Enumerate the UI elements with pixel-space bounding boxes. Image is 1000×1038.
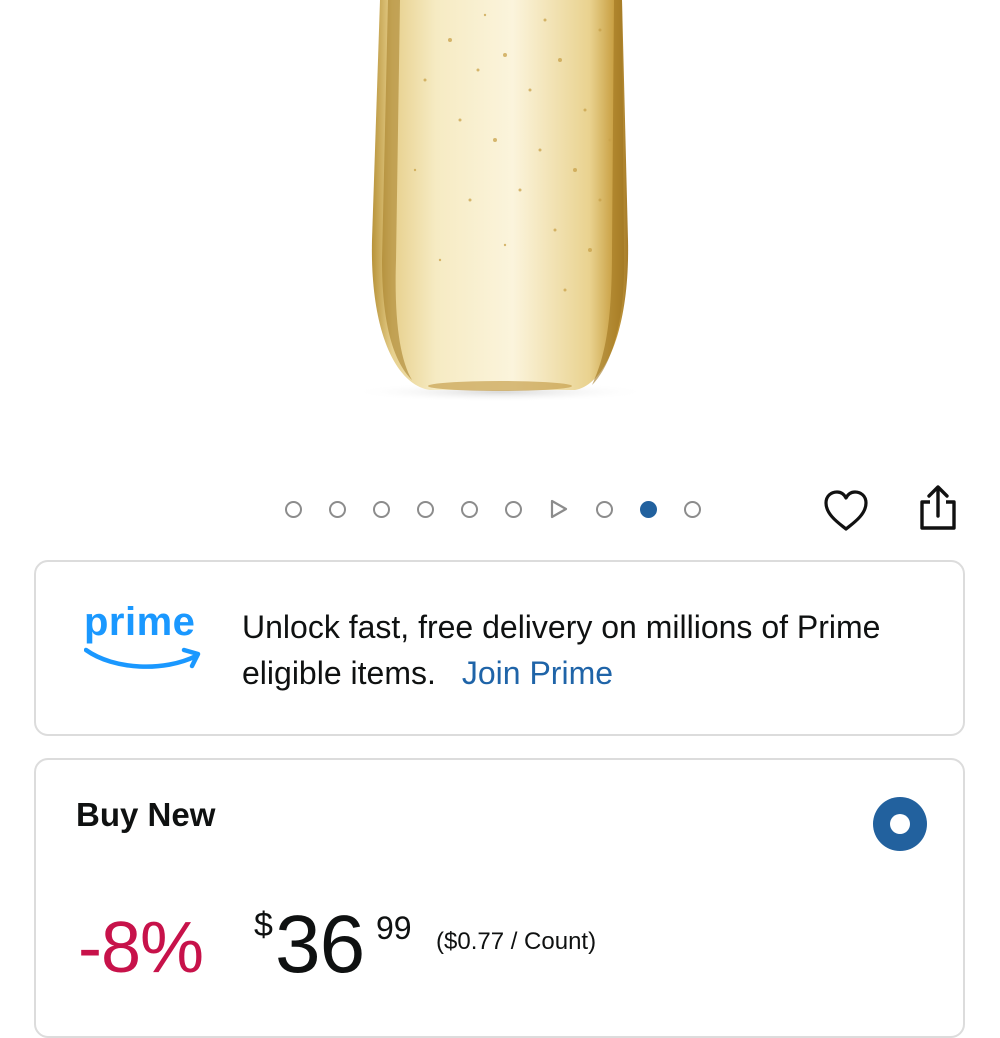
product-image[interactable] <box>0 0 1000 470</box>
unit-price: ($0.77 / Count) <box>436 928 597 955</box>
image-carousel-indicator[interactable] <box>285 495 701 523</box>
share-button[interactable] <box>914 483 962 533</box>
carousel-dot-active[interactable] <box>640 500 657 518</box>
radio-inner-dot <box>890 814 910 834</box>
join-prime-link[interactable]: Join Prime <box>462 655 613 691</box>
prime-promo-card: prime Unlock fast, free delivery on mill… <box>34 560 965 736</box>
wishlist-button[interactable] <box>821 488 871 534</box>
carousel-dot-10[interactable] <box>684 500 701 518</box>
carousel-dot-6[interactable] <box>505 500 522 518</box>
carousel-dot-5[interactable] <box>461 500 478 518</box>
prime-logo: prime <box>84 600 209 680</box>
prime-smile-arrow-icon <box>84 647 201 669</box>
champagne-flute-image <box>350 0 650 402</box>
prime-logo-word: prime <box>84 600 196 644</box>
carousel-dot-2[interactable] <box>329 500 346 518</box>
buy-new-card[interactable]: Buy New -8% $ 36 99 ($0.77 / Count) <box>34 758 965 1038</box>
carousel-dot-3[interactable] <box>373 500 390 518</box>
carousel-dot-8[interactable] <box>596 500 613 518</box>
heart-icon <box>824 490 868 531</box>
share-icon <box>920 485 956 530</box>
play-icon <box>550 499 568 519</box>
carousel-dot-1[interactable] <box>285 500 302 518</box>
carousel-dot-4[interactable] <box>417 500 434 518</box>
buy-new-radio-selected[interactable] <box>873 797 927 851</box>
carousel-video-dot[interactable] <box>549 499 569 519</box>
price-currency-symbol: $ <box>254 906 273 944</box>
price-fraction: 99 <box>376 910 412 946</box>
price-whole: 36 <box>275 899 365 990</box>
buy-new-title: Buy New <box>76 796 216 833</box>
discount-percentage: -8% <box>78 908 204 988</box>
prime-promo-text: Unlock fast, free delivery on millions o… <box>242 604 932 696</box>
